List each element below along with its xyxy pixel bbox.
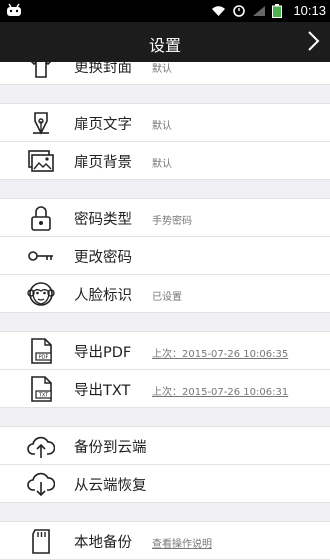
setting-label: 更改密码 [74, 250, 132, 266]
shirt-icon [27, 62, 55, 80]
setting-row-password-type[interactable]: 密码类型 手势密码 [0, 199, 330, 237]
wifi-icon [211, 5, 226, 17]
last-export-time: 上次：2015-07-26 10:06:35 [152, 349, 289, 360]
section-divider [0, 503, 330, 522]
setting-label: 扉页文字 [74, 117, 132, 133]
setting-label: 人脸标识 [74, 288, 132, 304]
svg-text:TXT: TXT [38, 393, 49, 399]
setting-label: 扉页背景 [74, 155, 132, 171]
forward-button[interactable] [306, 30, 320, 52]
svg-text:PDF: PDF [39, 355, 49, 361]
section-divider [0, 313, 330, 332]
alarm-icon [232, 5, 246, 17]
setting-row-flyleaf-background[interactable]: 扉页背景 默认 [0, 142, 330, 180]
txt-file-icon: TXT [27, 375, 55, 403]
setting-row-change-password[interactable]: 更改密码 [0, 237, 330, 275]
title-bar: 设置 [0, 22, 330, 62]
setting-label: 本地备份 [74, 535, 132, 551]
setting-row-cover[interactable]: 更换封面 默认 [0, 62, 330, 85]
pen-icon [27, 109, 55, 137]
monkey-face-icon [27, 280, 55, 308]
setting-value: 手势密码 [152, 216, 192, 227]
section-divider [0, 180, 330, 199]
setting-label: 备份到云端 [74, 440, 147, 456]
status-bar: 10:13 [0, 0, 330, 22]
signal-icon [252, 5, 266, 17]
section-divider [0, 85, 330, 104]
setting-label: 密码类型 [74, 212, 132, 228]
key-icon [27, 242, 55, 270]
setting-row-local-backup[interactable]: 本地备份 查看操作说明 [0, 522, 330, 560]
section-divider [0, 408, 330, 427]
cloud-download-icon [27, 470, 55, 498]
picture-icon [27, 147, 55, 175]
setting-row-export-pdf[interactable]: PDF 导出PDF 上次：2015-07-26 10:06:35 [0, 332, 330, 370]
setting-value: 已设置 [152, 292, 182, 303]
setting-row-export-txt[interactable]: TXT 导出TXT 上次：2015-07-26 10:06:31 [0, 370, 330, 408]
setting-value: 默认 [152, 64, 172, 75]
battery-icon [272, 4, 282, 18]
setting-value: 默认 [152, 121, 172, 132]
setting-label: 更换封面 [74, 62, 132, 76]
setting-row-backup-cloud[interactable]: 备份到云端 [0, 427, 330, 465]
cloud-upload-icon [27, 432, 55, 460]
setting-label: 从云端恢复 [74, 478, 147, 494]
setting-row-flyleaf-text[interactable]: 扉页文字 默认 [0, 104, 330, 142]
setting-row-restore-cloud[interactable]: 从云端恢复 [0, 465, 330, 503]
setting-label: 导出PDF [74, 345, 132, 361]
setting-row-face-id[interactable]: 人脸标识 已设置 [0, 275, 330, 313]
chevron-right-icon [308, 31, 320, 51]
setting-label: 导出TXT [74, 383, 131, 399]
sd-card-icon [27, 527, 55, 555]
pdf-file-icon: PDF [27, 337, 55, 365]
clock: 10:13 [293, 3, 326, 18]
last-export-time: 上次：2015-07-26 10:06:31 [152, 387, 289, 398]
page-title: 设置 [148, 36, 181, 55]
view-instructions-link[interactable]: 查看操作说明 [152, 535, 212, 550]
lock-icon [27, 204, 55, 232]
notification-icon [6, 3, 22, 17]
setting-value: 默认 [152, 159, 172, 170]
settings-list: 更换封面 默认 扉页文字 默认 扉页背景 默认 密码类型 手势密码 更改密码 人… [0, 62, 330, 560]
